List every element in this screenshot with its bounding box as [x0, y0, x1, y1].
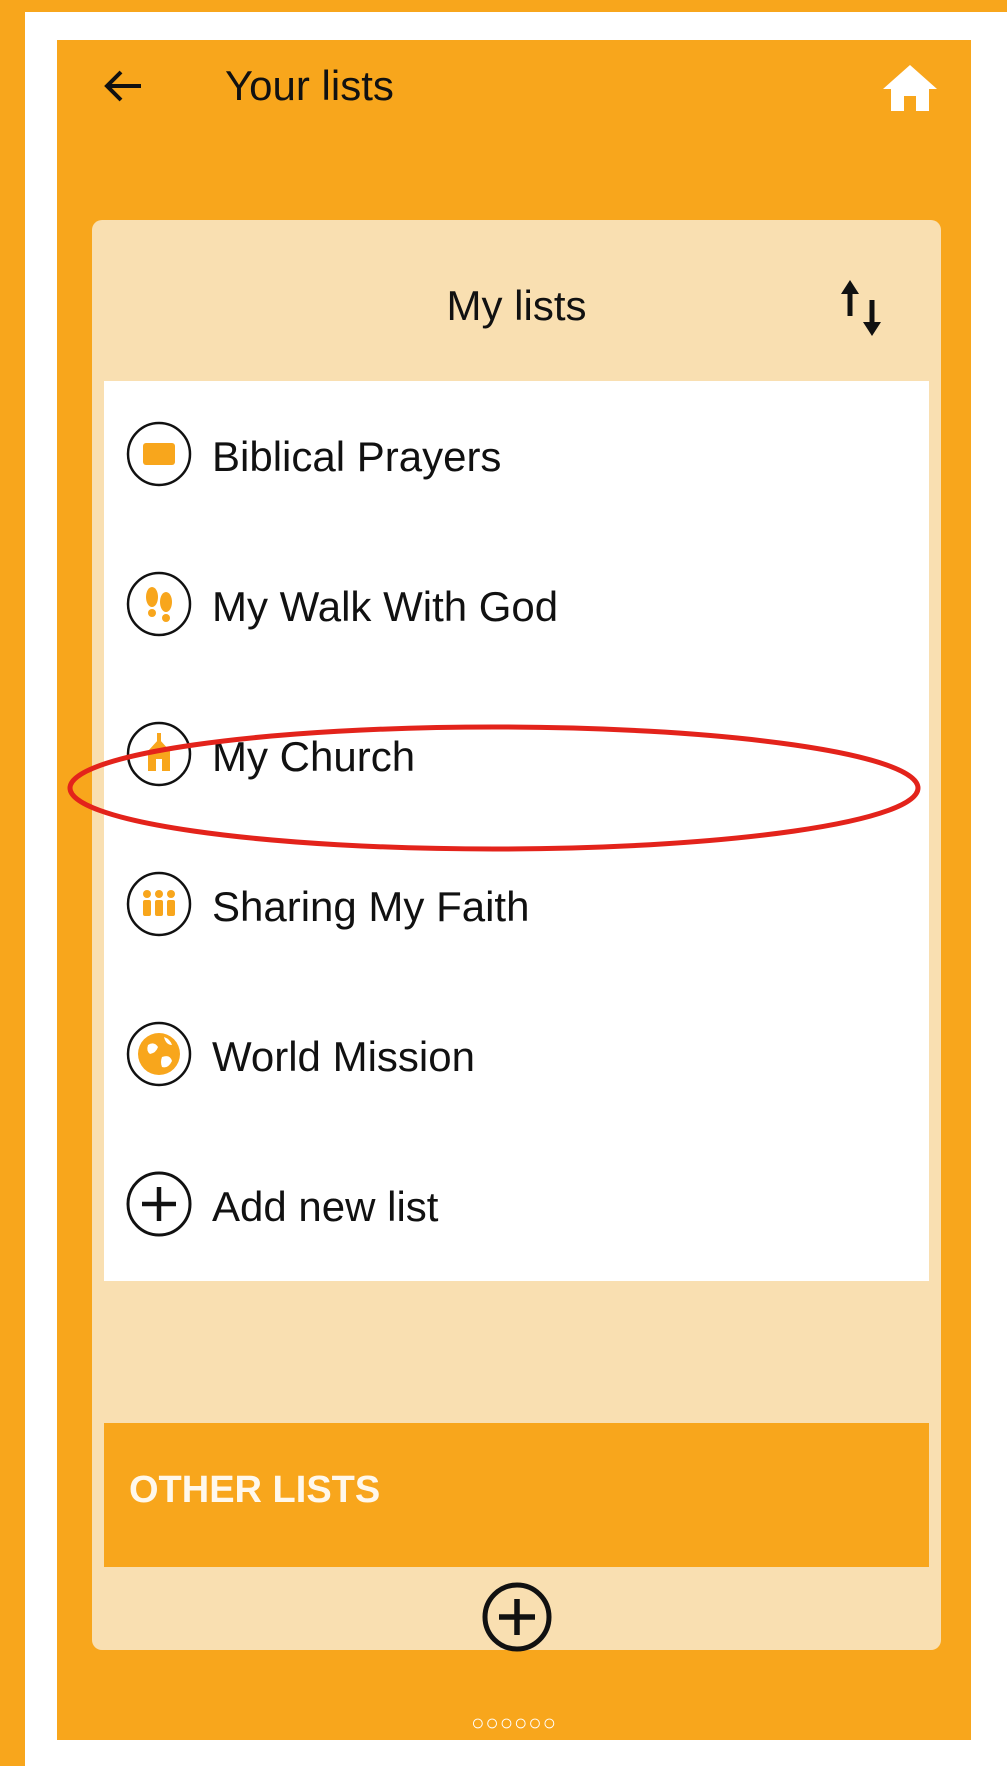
bible-book-icon	[126, 421, 192, 487]
sort-button[interactable]	[833, 278, 893, 338]
list-item-world-mission[interactable]: World Mission	[104, 981, 929, 1131]
list-item-my-church[interactable]: My Church	[104, 681, 929, 831]
globe-icon	[126, 1021, 192, 1087]
page-title: Your lists	[225, 62, 394, 109]
plus-circle-icon	[482, 1582, 552, 1652]
footprints-icon	[126, 571, 192, 637]
my-lists-card: My lists Biblical Prayers My Walk With G…	[92, 220, 941, 1653]
list-item-label: Biblical Prayers	[212, 433, 502, 480]
card-header: My lists	[92, 220, 941, 385]
people-icon	[126, 871, 192, 937]
app-screen: Your lists My lists Biblical Prayers My …	[57, 40, 971, 1740]
list-item-my-walk-with-god[interactable]: My Walk With God	[104, 531, 929, 681]
sort-arrows-icon	[841, 280, 881, 336]
add-new-list-button[interactable]: Add new list	[104, 1131, 929, 1281]
list-item-sharing-my-faith[interactable]: Sharing My Faith	[104, 831, 929, 981]
list-item-biblical-prayers[interactable]: Biblical Prayers	[104, 381, 929, 531]
page-indicator: ○○○○○○	[471, 1710, 557, 1735]
church-icon	[126, 721, 192, 787]
list-item-label: World Mission	[212, 1033, 475, 1080]
arrow-left-icon	[104, 70, 141, 102]
other-lists-label: OTHER LISTS	[129, 1469, 381, 1511]
plus-circle-icon	[126, 1171, 192, 1237]
top-app-bar: Your lists	[57, 40, 971, 130]
list-item-label: Sharing My Faith	[212, 883, 530, 930]
card-title: My lists	[446, 282, 587, 329]
list-item-label: My Walk With God	[212, 583, 559, 630]
home-icon	[883, 65, 937, 111]
back-button[interactable]	[97, 60, 149, 112]
other-lists-section[interactable]: OTHER LISTS	[104, 1423, 929, 1567]
list-item-label: Add new list	[212, 1183, 439, 1230]
list-item-label: My Church	[212, 733, 416, 780]
home-button[interactable]	[879, 58, 941, 118]
add-other-list-button[interactable]	[481, 1581, 553, 1653]
